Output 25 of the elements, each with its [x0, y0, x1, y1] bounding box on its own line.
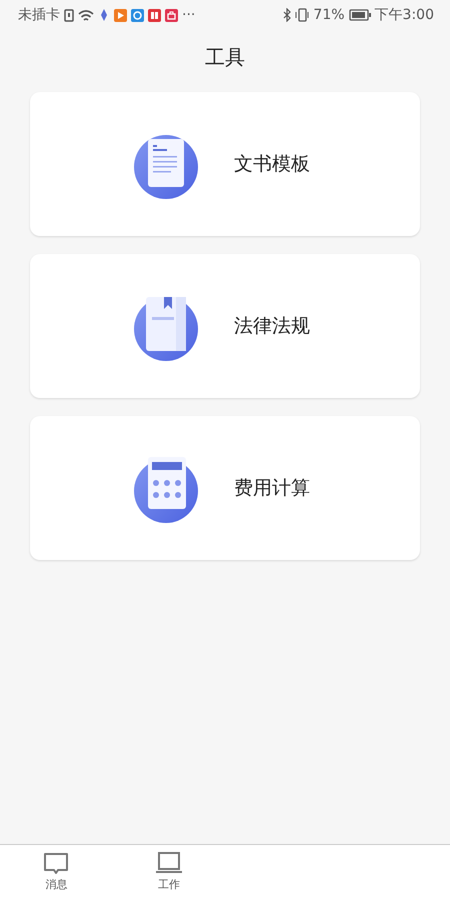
- page-title: 工具: [204, 44, 246, 71]
- battery-icon: [348, 9, 371, 21]
- nav-tab[interactable]: 工作: [112, 845, 225, 900]
- bluetooth-icon: [283, 8, 292, 22]
- app-icon: [148, 8, 161, 22]
- tool-label: 法律法规: [234, 314, 310, 339]
- app-icon: [114, 8, 127, 22]
- battery-text: 71%: [313, 6, 345, 24]
- wifi-icon: [78, 8, 94, 22]
- tool-card[interactable]: 法律法规: [30, 254, 420, 398]
- laptop-icon: [154, 851, 183, 876]
- app-icon: [98, 8, 110, 22]
- app-icon: [131, 8, 144, 22]
- tool-label: 费用计算: [234, 476, 310, 501]
- carrier-text: 未插卡: [18, 6, 60, 24]
- vibrate-icon: [295, 8, 310, 22]
- message-icon: [42, 851, 70, 876]
- tool-card[interactable]: 费用计算: [30, 416, 420, 560]
- more-text: ···: [182, 6, 196, 24]
- nav-tab[interactable]: 消息: [0, 845, 112, 900]
- tool-label: 文书模板: [234, 152, 310, 177]
- sim-icon: [64, 8, 74, 22]
- app-icon: [165, 8, 178, 22]
- time-text: 下午3:00: [374, 6, 434, 24]
- tool-card[interactable]: 文书模板: [30, 92, 420, 236]
